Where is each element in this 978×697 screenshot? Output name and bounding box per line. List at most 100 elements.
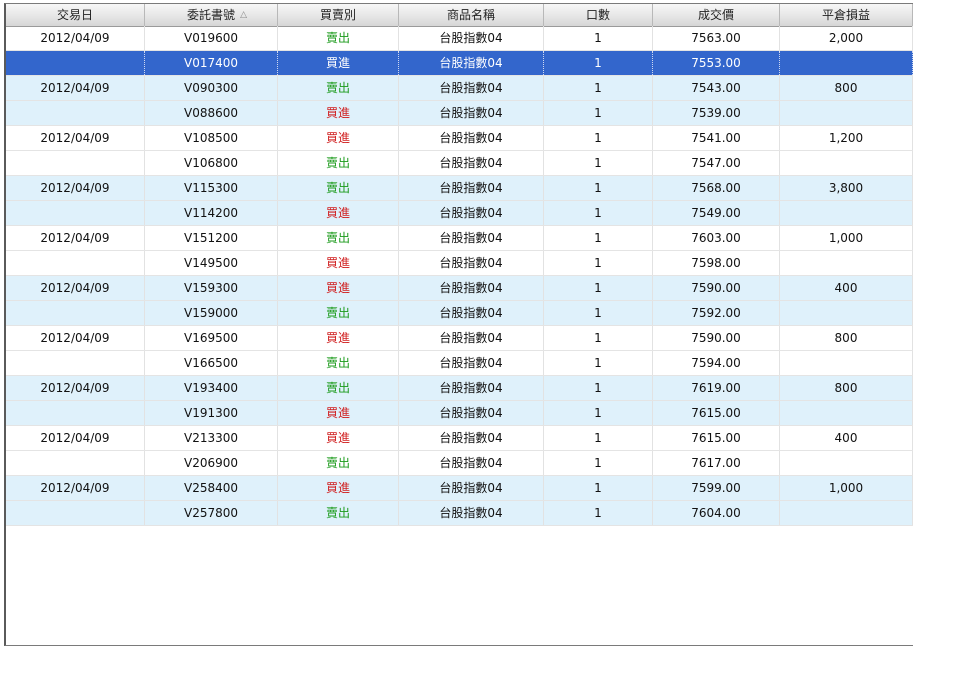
cell-lots: 1 [544, 301, 653, 325]
cell-lots: 1 [544, 476, 653, 500]
table-row[interactable]: 2012/04/09 V159300 買進 台股指數04 1 7590.00 400 [6, 276, 913, 301]
table-row[interactable]: V166500 賣出 台股指數04 1 7594.00 [6, 351, 913, 376]
cell-pnl [780, 401, 913, 425]
cell-lots: 1 [544, 351, 653, 375]
cell-order-number: V106800 [145, 151, 278, 175]
cell-lots: 1 [544, 151, 653, 175]
cell-price: 7615.00 [653, 401, 780, 425]
cell-price: 7539.00 [653, 101, 780, 125]
table-row[interactable]: 2012/04/09 V019600 賣出 台股指數04 1 7563.00 2,000 [6, 26, 913, 51]
cell-side: 賣出 [278, 451, 399, 475]
cell-product: 台股指數04 [399, 501, 544, 525]
cell-side: 買進 [278, 126, 399, 150]
cell-side: 賣出 [278, 151, 399, 175]
column-header-trade-date[interactable]: 交易日 [6, 4, 145, 26]
cell-order-number: V166500 [145, 351, 278, 375]
cell-trade-date: 2012/04/09 [6, 26, 145, 50]
cell-price: 7615.00 [653, 426, 780, 450]
trade-grid: 交易日 委託書號 △ 買賣別 商品名稱 口數 成交價 平倉損益 2012/04/0… [4, 3, 913, 646]
table-row[interactable]: 2012/04/09 V090300 賣出 台股指數04 1 7543.00 800 [6, 76, 913, 101]
cell-product: 台股指數04 [399, 426, 544, 450]
table-row[interactable]: V149500 買進 台股指數04 1 7598.00 [6, 251, 913, 276]
table-row[interactable]: 2012/04/09 V108500 買進 台股指數04 1 7541.00 1,200 [6, 126, 913, 151]
cell-trade-date: 2012/04/09 [6, 426, 145, 450]
table-row[interactable]: 2012/04/09 V115300 賣出 台股指數04 1 7568.00 3,800 [6, 176, 913, 201]
cell-side: 賣出 [278, 376, 399, 400]
cell-order-number: V114200 [145, 201, 278, 225]
cell-pnl: 1,000 [780, 476, 913, 500]
cell-product: 台股指數04 [399, 326, 544, 350]
cell-side: 賣出 [278, 76, 399, 100]
cell-side: 買進 [278, 101, 399, 125]
cell-pnl [780, 301, 913, 325]
cell-lots: 1 [544, 426, 653, 450]
cell-pnl [780, 151, 913, 175]
cell-price: 7590.00 [653, 276, 780, 300]
cell-price: 7568.00 [653, 176, 780, 200]
cell-lots: 1 [544, 226, 653, 250]
grid-body: 2012/04/09 V019600 賣出 台股指數04 1 7563.00 2,000 V0… [6, 26, 913, 526]
cell-price: 7543.00 [653, 76, 780, 100]
table-row[interactable]: V017400 買進 台股指數04 1 7553.00 [6, 51, 913, 76]
cell-pnl [780, 351, 913, 375]
cell-trade-date [6, 501, 145, 525]
table-row[interactable]: 2012/04/09 V151200 賣出 台股指數04 1 7603.00 1,000 [6, 226, 913, 251]
table-row[interactable]: V257800 賣出 台股指數04 1 7604.00 [6, 501, 913, 526]
cell-order-number: V193400 [145, 376, 278, 400]
cell-side: 賣出 [278, 226, 399, 250]
cell-order-number: V090300 [145, 76, 278, 100]
table-row[interactable]: V106800 賣出 台股指數04 1 7547.00 [6, 151, 913, 176]
column-header-price[interactable]: 成交價 [653, 4, 780, 26]
table-row[interactable]: 2012/04/09 V169500 買進 台股指數04 1 7590.00 800 [6, 326, 913, 351]
table-row[interactable]: 2012/04/09 V193400 賣出 台股指數04 1 7619.00 800 [6, 376, 913, 401]
cell-order-number: V169500 [145, 326, 278, 350]
cell-price: 7541.00 [653, 126, 780, 150]
cell-side: 買進 [278, 51, 399, 75]
cell-product: 台股指數04 [399, 126, 544, 150]
cell-trade-date [6, 201, 145, 225]
table-row[interactable]: V191300 買進 台股指數04 1 7615.00 [6, 401, 913, 426]
table-row[interactable]: V088600 買進 台股指數04 1 7539.00 [6, 101, 913, 126]
cell-price: 7603.00 [653, 226, 780, 250]
cell-pnl [780, 101, 913, 125]
table-row[interactable]: V114200 買進 台股指數04 1 7549.00 [6, 201, 913, 226]
cell-lots: 1 [544, 401, 653, 425]
column-header-pnl[interactable]: 平倉損益 [780, 4, 913, 26]
cell-price: 7592.00 [653, 301, 780, 325]
cell-pnl: 400 [780, 426, 913, 450]
cell-side: 買進 [278, 426, 399, 450]
cell-order-number: V088600 [145, 101, 278, 125]
column-header-lots[interactable]: 口數 [544, 4, 653, 26]
cell-product: 台股指數04 [399, 451, 544, 475]
cell-trade-date [6, 301, 145, 325]
cell-price: 7604.00 [653, 501, 780, 525]
cell-side: 買進 [278, 401, 399, 425]
cell-lots: 1 [544, 176, 653, 200]
cell-trade-date [6, 351, 145, 375]
cell-pnl: 3,800 [780, 176, 913, 200]
column-header-product[interactable]: 商品名稱 [399, 4, 544, 26]
cell-lots: 1 [544, 276, 653, 300]
sort-ascending-icon: △ [240, 10, 247, 20]
cell-side: 賣出 [278, 26, 399, 50]
cell-pnl [780, 251, 913, 275]
cell-order-number: V191300 [145, 401, 278, 425]
column-header-side[interactable]: 買賣別 [278, 4, 399, 26]
column-header-order-number[interactable]: 委託書號 △ [145, 4, 278, 26]
table-row[interactable]: V206900 賣出 台股指數04 1 7617.00 [6, 451, 913, 476]
cell-price: 7599.00 [653, 476, 780, 500]
cell-trade-date: 2012/04/09 [6, 226, 145, 250]
cell-trade-date: 2012/04/09 [6, 276, 145, 300]
cell-trade-date: 2012/04/09 [6, 126, 145, 150]
cell-price: 7563.00 [653, 26, 780, 50]
cell-order-number: V115300 [145, 176, 278, 200]
cell-pnl: 1,200 [780, 126, 913, 150]
cell-trade-date [6, 251, 145, 275]
cell-pnl: 1,000 [780, 226, 913, 250]
table-row[interactable]: 2012/04/09 V258400 買進 台股指數04 1 7599.00 1,000 [6, 476, 913, 501]
column-header-label: 平倉損益 [821, 8, 870, 22]
table-row[interactable]: 2012/04/09 V213300 買進 台股指數04 1 7615.00 400 [6, 426, 913, 451]
cell-side: 賣出 [278, 176, 399, 200]
grid-header: 交易日 委託書號 △ 買賣別 商品名稱 口數 成交價 平倉損益 [6, 4, 913, 27]
table-row[interactable]: V159000 賣出 台股指數04 1 7592.00 [6, 301, 913, 326]
